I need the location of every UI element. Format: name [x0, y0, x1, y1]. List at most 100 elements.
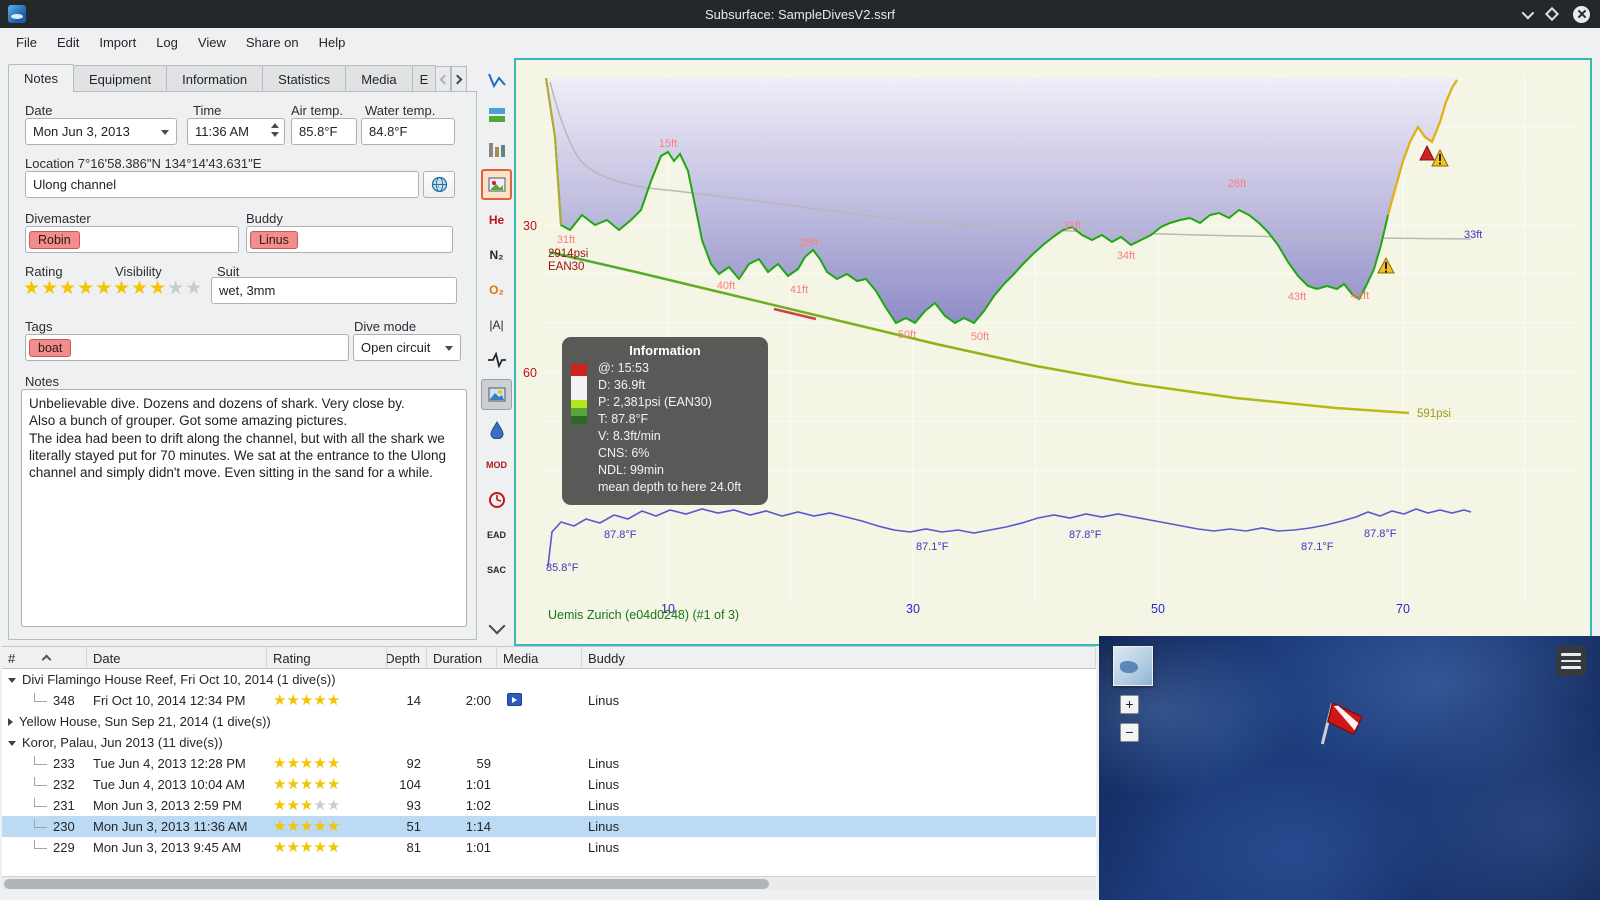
tab-statistics[interactable]: Statistics	[262, 65, 347, 92]
subsurface-window: Subsurface: SampleDivesV2.ssrf File Edit…	[0, 0, 1600, 900]
collapse-arrow-icon[interactable]	[8, 741, 16, 746]
ead-toggle-button[interactable]: EAD	[481, 519, 512, 550]
collapse-arrow-icon[interactable]	[8, 678, 16, 683]
dive-row-348[interactable]: 348 Fri Oct 10, 2014 12:34 PM ★★★★★ 14 2…	[2, 690, 1096, 711]
tree-branch	[34, 840, 47, 849]
tab-media[interactable]: Media	[345, 65, 413, 92]
tab-notes[interactable]: Notes	[8, 64, 74, 92]
tag-chip[interactable]: boat	[29, 338, 72, 357]
menu-log[interactable]: Log	[146, 28, 188, 58]
tab-equipment[interactable]: Equipment	[72, 65, 168, 92]
tooltip-line: D: 36.9ft	[598, 378, 646, 392]
media-icon[interactable]	[507, 692, 522, 706]
heartrate-icon	[487, 351, 506, 368]
menu-edit[interactable]: Edit	[47, 28, 89, 58]
water-temp-field[interactable]	[361, 118, 455, 145]
time-spinbox[interactable]: 11:36 AM	[187, 118, 285, 145]
buddy-field[interactable]: Linus	[246, 226, 453, 253]
dive-row-233[interactable]: 233 Tue Jun 4, 2013 12:28 PM ★★★★★ 92 59…	[2, 753, 1096, 774]
tags-field[interactable]: boat	[25, 334, 349, 361]
dive-mode-value: Open circuit	[361, 340, 431, 355]
ink-drop-button[interactable]	[481, 414, 512, 445]
divemaster-chip[interactable]: Robin	[29, 230, 80, 249]
depth-label: 31ft	[1063, 220, 1081, 232]
trip-row-divi-flamingo[interactable]: Divi Flamingo House Reef, Fri Oct 10, 20…	[2, 669, 1096, 690]
rating-stars[interactable]: ★★★★★	[23, 279, 113, 298]
column-header-rating[interactable]: Rating	[267, 647, 387, 669]
date-combobox[interactable]: Mon Jun 3, 2013	[25, 118, 177, 145]
trip-row-koror-palau[interactable]: Koror, Palau, Jun 2013 (11 dive(s))	[2, 732, 1096, 753]
suit-field[interactable]	[211, 277, 457, 304]
dive-row-232[interactable]: 232 Tue Jun 4, 2013 10:04 AM ★★★★★ 104 1…	[2, 774, 1096, 795]
dive-site-map[interactable]: + −	[1099, 636, 1600, 900]
scrollbar-handle[interactable]	[4, 879, 769, 889]
globe-button[interactable]	[423, 171, 455, 198]
dive-flag-marker[interactable]	[1311, 695, 1371, 759]
menu-import[interactable]: Import	[89, 28, 146, 58]
dive-mode-combobox[interactable]: Open circuit	[353, 334, 461, 361]
expand-arrow-icon[interactable]	[8, 717, 13, 726]
dive-row-231[interactable]: 231 Mon Jun 3, 2013 2:59 PM ★★★★★ 93 1:0…	[2, 795, 1096, 816]
picture-toggle-button[interactable]	[481, 379, 512, 410]
photos-toggle-button[interactable]	[481, 169, 512, 200]
column-header-depth[interactable]: Depth	[387, 647, 427, 669]
date-value: Mon Jun 3, 2013	[33, 124, 130, 139]
dive-computer-button[interactable]	[481, 64, 512, 95]
visibility-stars[interactable]: ★★★★★	[113, 279, 203, 298]
column-header-date[interactable]: Date	[87, 647, 267, 669]
trip-row-yellow-house[interactable]: Yellow House, Sun Sep 21, 2014 (1 dive(s…	[2, 711, 1096, 732]
menu-view[interactable]: View	[188, 28, 236, 58]
heartrate-toggle-button[interactable]	[481, 344, 512, 375]
temperature-line	[547, 508, 1472, 567]
nitrogen-toggle-button[interactable]: N₂	[481, 239, 512, 270]
column-header-buddy[interactable]: Buddy	[582, 647, 1096, 669]
rating-stars: ★★★★★	[273, 840, 341, 855]
location-field[interactable]	[25, 171, 419, 198]
maximize-icon[interactable]	[1544, 6, 1560, 22]
ruler-toggle-button[interactable]: |A|	[481, 309, 512, 340]
map-zoom-out-button[interactable]: −	[1120, 723, 1139, 742]
start-pressure-label: 2914psi	[548, 248, 588, 260]
oxygen-toggle-button[interactable]: O₂	[481, 274, 512, 305]
ceiling-button[interactable]	[481, 99, 512, 130]
time-tick-70: 70	[1396, 602, 1410, 616]
column-header-duration[interactable]: Duration	[427, 647, 497, 669]
mod-toggle-button[interactable]: MOD	[481, 449, 512, 480]
ndl-clock-button[interactable]	[481, 484, 512, 515]
notes-tab-bar: Notes Equipment Information Statistics M…	[8, 64, 467, 92]
sac-toggle-button[interactable]: SAC	[481, 554, 512, 585]
column-header-num[interactable]: #	[2, 647, 87, 669]
column-header-media[interactable]: Media	[497, 647, 582, 669]
horizontal-scrollbar[interactable]	[2, 876, 1096, 890]
notes-panel: Date Time Air temp. Water temp. Mon Jun …	[8, 91, 477, 640]
date-label: Date	[25, 103, 53, 118]
divemaster-field[interactable]: Robin	[25, 226, 239, 253]
close-icon[interactable]	[1573, 5, 1590, 23]
tab-scroll-left-button[interactable]	[434, 66, 451, 92]
buddy-chip[interactable]: Linus	[250, 230, 298, 249]
spin-up-icon[interactable]	[271, 123, 279, 128]
menu-help[interactable]: Help	[309, 28, 356, 58]
minimize-icon[interactable]	[1521, 6, 1535, 19]
tab-information[interactable]: Information	[166, 65, 264, 92]
tissues-button[interactable]	[481, 134, 512, 165]
notes-textarea[interactable]: Unbelievable dive. Dozens and dozens of …	[21, 389, 467, 627]
tab-scroll-right-button[interactable]	[450, 66, 467, 92]
minimap-inset[interactable]	[1113, 646, 1153, 686]
map-menu-button[interactable]	[1556, 646, 1586, 676]
menu-share-on[interactable]: Share on	[236, 28, 309, 58]
dive-row-230-selected[interactable]: 230 Mon Jun 3, 2013 11:36 AM ★★★★★ 51 1:…	[2, 816, 1096, 837]
helium-toggle-button[interactable]: He	[481, 204, 512, 235]
dive-list: # Date Rating Depth Duration Media Buddy…	[2, 646, 1096, 890]
toolbar-scroll-down-icon[interactable]	[488, 617, 505, 635]
air-temp-field[interactable]	[291, 118, 357, 145]
tab-extra-clipped[interactable]: E	[411, 65, 436, 92]
depth-label: 35ft	[800, 237, 818, 249]
spin-down-icon[interactable]	[271, 132, 279, 137]
dive-profile[interactable]: 30 60 10 30 50 70 31ft 15ft 40ft 41ft 35…	[514, 58, 1592, 646]
alert-triangle-icon	[1419, 144, 1435, 161]
dive-row-229[interactable]: 229 Mon Jun 3, 2013 9:45 AM ★★★★★ 81 1:0…	[2, 837, 1096, 858]
map-zoom-in-button[interactable]: +	[1120, 695, 1139, 714]
menu-file[interactable]: File	[6, 28, 47, 58]
depth-label: 42ft	[1351, 290, 1369, 302]
